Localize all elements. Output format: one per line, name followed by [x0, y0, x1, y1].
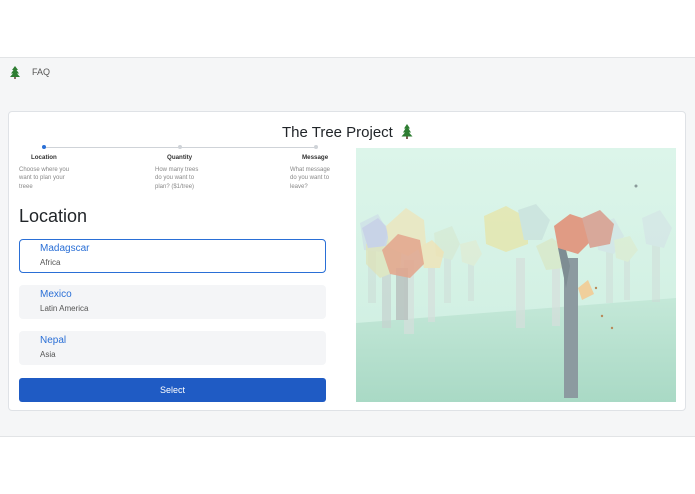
step-dot-message[interactable] — [314, 145, 318, 149]
step-title: Quantity — [167, 154, 193, 161]
forest-scene — [356, 148, 676, 402]
tree-icon — [401, 124, 413, 139]
location-option-nepal[interactable]: Nepal Asia — [19, 331, 326, 365]
main-card: The Tree Project Location Choose where y… — [8, 111, 686, 411]
step-description: How many trees do you want to plan? ($1/… — [155, 167, 199, 190]
app-frame: FAQ The Tree Project Location Choose whe… — [0, 57, 695, 437]
location-region: Latin America — [40, 304, 89, 313]
forest-illustration — [356, 148, 676, 402]
section-title: Location — [19, 206, 88, 226]
select-button[interactable]: Select — [19, 378, 326, 402]
page-title-text: The Tree Project — [281, 124, 393, 141]
page-title: The Tree Project — [9, 123, 687, 141]
step-dot-quantity[interactable] — [178, 145, 182, 149]
nav-link-faq[interactable]: FAQ — [32, 67, 50, 77]
step-quantity[interactable]: Quantity How many trees do you want to p… — [155, 154, 215, 191]
step-dot-location[interactable] — [42, 145, 46, 149]
step-title: Message — [302, 154, 329, 161]
step-title: Location — [31, 154, 57, 161]
location-option-mexico[interactable]: Mexico Latin America — [19, 285, 326, 319]
location-name: Nepal — [40, 335, 67, 346]
step-description: Choose where you want to plan your treee — [19, 167, 70, 190]
tree-icon[interactable] — [8, 65, 22, 79]
navbar: FAQ — [0, 58, 695, 86]
location-name: Madagscar — [40, 243, 90, 254]
location-region: Africa — [40, 258, 61, 267]
location-option-madagascar[interactable]: Madagscar Africa — [19, 239, 326, 273]
step-description: What message do you want to leave? — [290, 167, 331, 190]
location-region: Asia — [40, 350, 56, 359]
step-location[interactable]: Location Choose where you want to plan y… — [19, 154, 79, 191]
step-message[interactable]: Message What message do you want to leav… — [290, 154, 350, 191]
location-name: Mexico — [40, 289, 72, 300]
